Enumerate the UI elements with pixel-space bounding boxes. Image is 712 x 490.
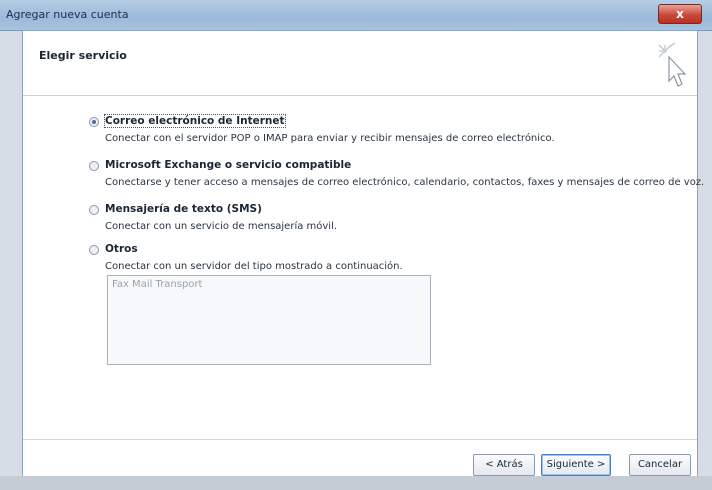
option-description: Conectarse y tener acceso a mensajes de … xyxy=(105,177,705,188)
option-label[interactable]: Mensajería de texto (SMS) xyxy=(105,203,262,215)
other-services-list[interactable]: Fax Mail Transport xyxy=(107,275,431,365)
wizard-header: Elegir servicio xyxy=(23,31,697,96)
back-button[interactable]: < Atrás xyxy=(473,454,535,476)
radio-exchange[interactable] xyxy=(89,161,99,171)
window-title: Agregar nueva cuenta xyxy=(6,8,129,21)
next-button[interactable]: Siguiente > xyxy=(541,454,611,476)
option-label[interactable]: Otros xyxy=(105,243,138,255)
desktop-strip xyxy=(0,476,712,490)
cancel-button[interactable]: Cancelar xyxy=(629,454,691,476)
option-description: Conectar con un servicio de mensajería m… xyxy=(105,221,338,232)
option-label[interactable]: Microsoft Exchange o servicio compatible xyxy=(105,159,351,171)
radio-sms[interactable] xyxy=(89,205,99,215)
option-description: Conectar con el servidor POP o IMAP para… xyxy=(105,133,555,144)
title-bar[interactable]: Agregar nueva cuenta x xyxy=(0,0,712,31)
option-description: Conectar con un servidor del tipo mostra… xyxy=(105,261,403,272)
list-item[interactable]: Fax Mail Transport xyxy=(112,279,202,290)
radio-internet-email[interactable] xyxy=(89,117,99,127)
wizard-footer: < Atrás Siguiente > Cancelar xyxy=(23,439,697,476)
dialog-body: Elegir servicio Correo electrónico de In… xyxy=(22,30,704,476)
page-title: Elegir servicio xyxy=(39,49,127,62)
option-label[interactable]: Correo electrónico de Internet xyxy=(104,114,286,128)
radio-other[interactable] xyxy=(89,245,99,255)
close-button[interactable]: x xyxy=(658,4,702,24)
wizard-cursor-icon xyxy=(658,42,687,87)
